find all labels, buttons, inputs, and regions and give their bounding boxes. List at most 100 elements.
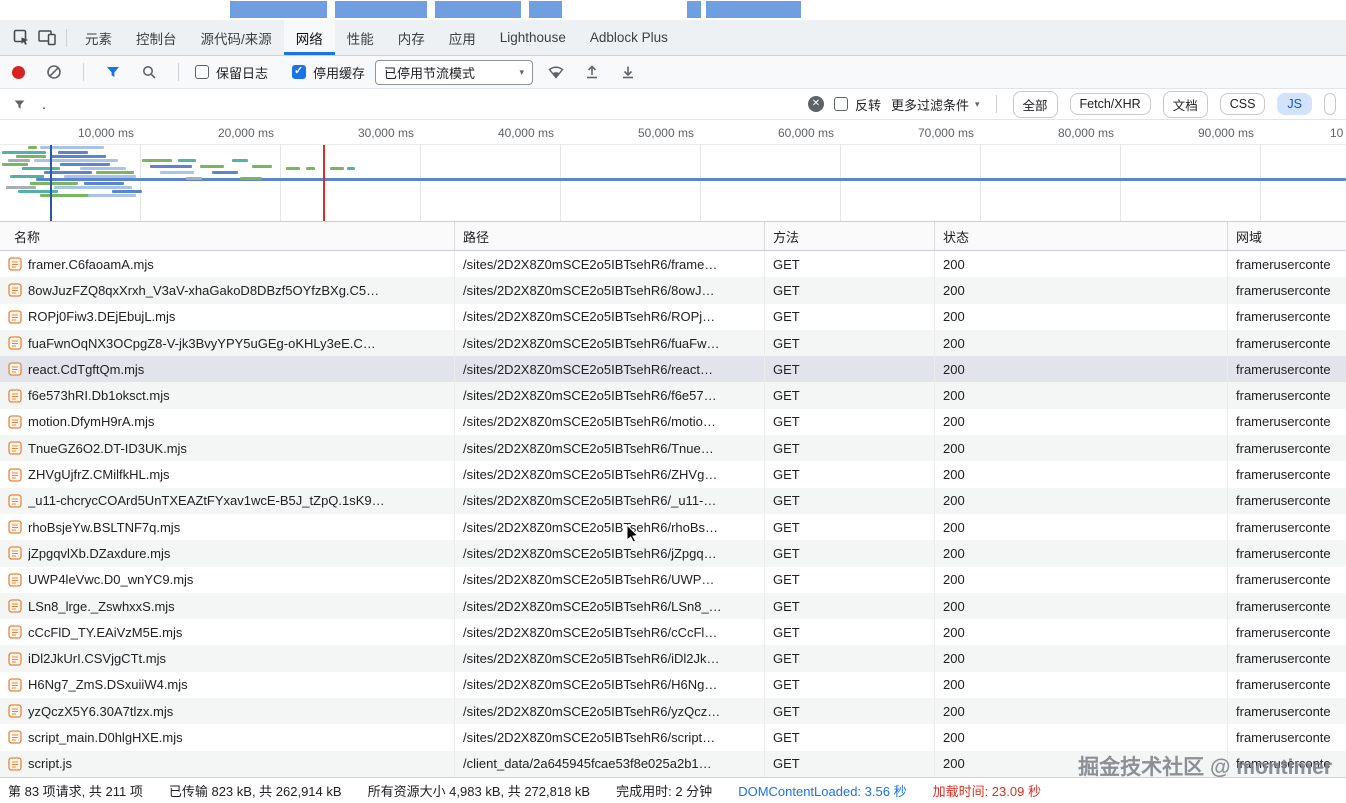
- tab-adblock-plus[interactable]: Adblock Plus: [578, 20, 680, 55]
- script-file-icon: [8, 704, 22, 718]
- preserve-log-toggle[interactable]: 保留日志: [195, 63, 268, 82]
- waterfall-bar: [88, 194, 136, 197]
- device-toolbar-icon[interactable]: [34, 25, 60, 51]
- request-row[interactable]: framer.C6faoamA.mjs/sites/2D2X8Z0mSCE2o5…: [0, 251, 1346, 277]
- script-file-icon: [8, 757, 22, 771]
- status-request-count: 第 83 项请求, 共 211 项: [8, 781, 143, 800]
- tab-console[interactable]: 控制台: [124, 20, 189, 55]
- filter-chip-css[interactable]: CSS: [1220, 93, 1266, 115]
- request-path-text: /sites/2D2X8Z0mSCE2o5IBTsehR6/_u11-…: [463, 493, 716, 508]
- request-name-text: motion.DfymH9rA.mjs: [28, 414, 154, 429]
- request-row[interactable]: script.js/client_data/2a645945fcae53f8e0…: [0, 751, 1346, 777]
- overview-gridline: [1260, 144, 1261, 221]
- column-header-domain[interactable]: 网域: [1228, 222, 1346, 250]
- waterfall-bar: [84, 182, 124, 185]
- filter-chip-doc[interactable]: 文档: [1163, 91, 1208, 118]
- request-row[interactable]: react.CdTgftQm.mjs/sites/2D2X8Z0mSCE2o5I…: [0, 356, 1346, 382]
- request-row[interactable]: UWP4leVwc.D0_wnYC9.mjs/sites/2D2X8Z0mSCE…: [0, 567, 1346, 593]
- request-row[interactable]: 8owJuzFZQ8qxXrxh_V3aV-xhaGakoD8DBzf5OYfz…: [0, 277, 1346, 303]
- tab-sources[interactable]: 源代码/来源: [189, 20, 284, 55]
- divider: [178, 63, 179, 81]
- overview-tick-label: 20,000 ms: [174, 126, 274, 140]
- request-row[interactable]: jZpgqvlXb.DZaxdure.mjs/sites/2D2X8Z0mSCE…: [0, 540, 1346, 566]
- column-header-name[interactable]: 名称: [0, 222, 455, 250]
- waterfall-bar: [54, 186, 132, 189]
- request-domain-cell: frameruserconte: [1228, 514, 1346, 540]
- disable-cache-checkbox[interactable]: [292, 65, 306, 79]
- request-domain-cell: frameruserconte: [1228, 540, 1346, 566]
- request-row[interactable]: script_main.D0hlgHXE.mjs/sites/2D2X8Z0mS…: [0, 724, 1346, 750]
- request-name-cell: ZHVgUjfrZ.CMilfkHL.mjs: [0, 461, 455, 487]
- request-row[interactable]: TnueGZ6O2.DT-ID3UK.mjs/sites/2D2X8Z0mSCE…: [0, 435, 1346, 461]
- request-row[interactable]: f6e573hRI.Db1oksct.mjs/sites/2D2X8Z0mSCE…: [0, 382, 1346, 408]
- request-path-text: /sites/2D2X8Z0mSCE2o5IBTsehR6/yzQcz…: [463, 704, 720, 719]
- request-row[interactable]: cCcFlD_TY.EAiVzM5E.mjs/sites/2D2X8Z0mSCE…: [0, 619, 1346, 645]
- disable-cache-toggle[interactable]: 停用缓存: [292, 63, 365, 82]
- page-text-selection: [435, 1, 521, 18]
- filter-input[interactable]: [38, 96, 798, 112]
- request-domain-cell: frameruserconte: [1228, 672, 1346, 698]
- request-name-text: _u11-chcrycCOArd5UnTXEAZtFYxav1wcE-B5J_t…: [28, 493, 385, 508]
- column-header-path[interactable]: 路径: [455, 222, 765, 250]
- invert-toggle[interactable]: 反转: [834, 95, 881, 114]
- clear-button[interactable]: [41, 59, 67, 85]
- waterfall-bar: [347, 167, 355, 170]
- request-row[interactable]: LSn8_lrge._ZswhxxS.mjs/sites/2D2X8Z0mSCE…: [0, 593, 1346, 619]
- invert-checkbox[interactable]: [834, 97, 848, 111]
- network-filter-bar: ✕ 反转 更多过滤条件 ▾ 全部 Fetch/XHR 文档 CSS JS: [0, 89, 1346, 120]
- throttling-select[interactable]: 已停用节流模式 ▾: [375, 60, 533, 85]
- tab-memory[interactable]: 内存: [386, 20, 437, 55]
- request-domain-cell: frameruserconte: [1228, 435, 1346, 461]
- waterfall-bar: [28, 146, 37, 149]
- filter-chip-all[interactable]: 全部: [1013, 91, 1058, 118]
- import-har-icon[interactable]: [579, 59, 605, 85]
- record-button[interactable]: [12, 66, 25, 79]
- tab-elements[interactable]: 元素: [73, 20, 124, 55]
- tab-application[interactable]: 应用: [437, 20, 488, 55]
- request-path-cell: /sites/2D2X8Z0mSCE2o5IBTsehR6/ROPj…: [455, 304, 765, 330]
- request-status-cell: 200: [935, 540, 1228, 566]
- script-file-icon: [8, 599, 22, 613]
- tab-network[interactable]: 网络: [284, 20, 335, 55]
- overview-gridline: [700, 144, 701, 221]
- filter-chip-clipped[interactable]: [1324, 93, 1336, 115]
- request-row[interactable]: yzQczX5Y6.30A7tlzx.mjs/sites/2D2X8Z0mSCE…: [0, 698, 1346, 724]
- request-domain-cell: frameruserconte: [1228, 593, 1346, 619]
- clear-filter-icon[interactable]: ✕: [808, 96, 824, 112]
- more-filters-button[interactable]: 更多过滤条件 ▾: [891, 95, 980, 114]
- filter-chip-fetch-xhr[interactable]: Fetch/XHR: [1070, 93, 1151, 115]
- waterfall-bar: [58, 151, 88, 154]
- request-row[interactable]: fuaFwnOqNX3OCpgZ8-V-jk3BvyYPY5uGEg-oKHLy…: [0, 330, 1346, 356]
- request-domain-cell: frameruserconte: [1228, 488, 1346, 514]
- overview-canvas[interactable]: 10,000 ms20,000 ms30,000 ms40,000 ms50,0…: [0, 120, 1346, 222]
- request-row[interactable]: H6Ng7_ZmS.DSxuiiW4.mjs/sites/2D2X8Z0mSCE…: [0, 672, 1346, 698]
- load-marker: [323, 145, 325, 221]
- request-row[interactable]: motion.DfymH9rA.mjs/sites/2D2X8Z0mSCE2o5…: [0, 409, 1346, 435]
- filter-chip-js[interactable]: JS: [1277, 93, 1312, 115]
- request-path-cell: /sites/2D2X8Z0mSCE2o5IBTsehR6/fuaFw…: [455, 330, 765, 356]
- inspect-element-icon[interactable]: [8, 25, 34, 51]
- request-row[interactable]: ROPj0Fiw3.DEjEbujL.mjs/sites/2D2X8Z0mSCE…: [0, 304, 1346, 330]
- column-header-status[interactable]: 状态: [935, 222, 1228, 250]
- request-row[interactable]: rhoBsjeYw.BSLTNF7q.mjs/sites/2D2X8Z0mSCE…: [0, 514, 1346, 540]
- request-row[interactable]: _u11-chcrycCOArd5UnTXEAZtFYxav1wcE-B5J_t…: [0, 488, 1346, 514]
- request-method-cell: GET: [765, 619, 935, 645]
- overview-tick-label: 90,000 ms: [1154, 126, 1254, 140]
- request-row[interactable]: ZHVgUjfrZ.CMilfkHL.mjs/sites/2D2X8Z0mSCE…: [0, 461, 1346, 487]
- request-name-cell: iDl2JkUrI.CSVjgCTt.mjs: [0, 645, 455, 671]
- request-status-cell: 200: [935, 724, 1228, 750]
- request-name-text: 8owJuzFZQ8qxXrxh_V3aV-xhaGakoD8DBzf5OYfz…: [28, 283, 379, 298]
- tab-performance[interactable]: 性能: [335, 20, 386, 55]
- search-button[interactable]: [136, 59, 162, 85]
- request-row[interactable]: iDl2JkUrI.CSVjgCTt.mjs/sites/2D2X8Z0mSCE…: [0, 645, 1346, 671]
- export-har-icon[interactable]: [615, 59, 641, 85]
- filter-toggle-button[interactable]: [100, 59, 126, 85]
- request-status-cell: 200: [935, 672, 1228, 698]
- tab-lighthouse[interactable]: Lighthouse: [488, 20, 578, 55]
- script-file-icon: [8, 415, 22, 429]
- preserve-log-checkbox[interactable]: [195, 65, 209, 79]
- network-conditions-icon[interactable]: [543, 59, 569, 85]
- waterfall-bar: [34, 159, 118, 162]
- column-header-method[interactable]: 方法: [765, 222, 935, 250]
- request-method-cell: GET: [765, 698, 935, 724]
